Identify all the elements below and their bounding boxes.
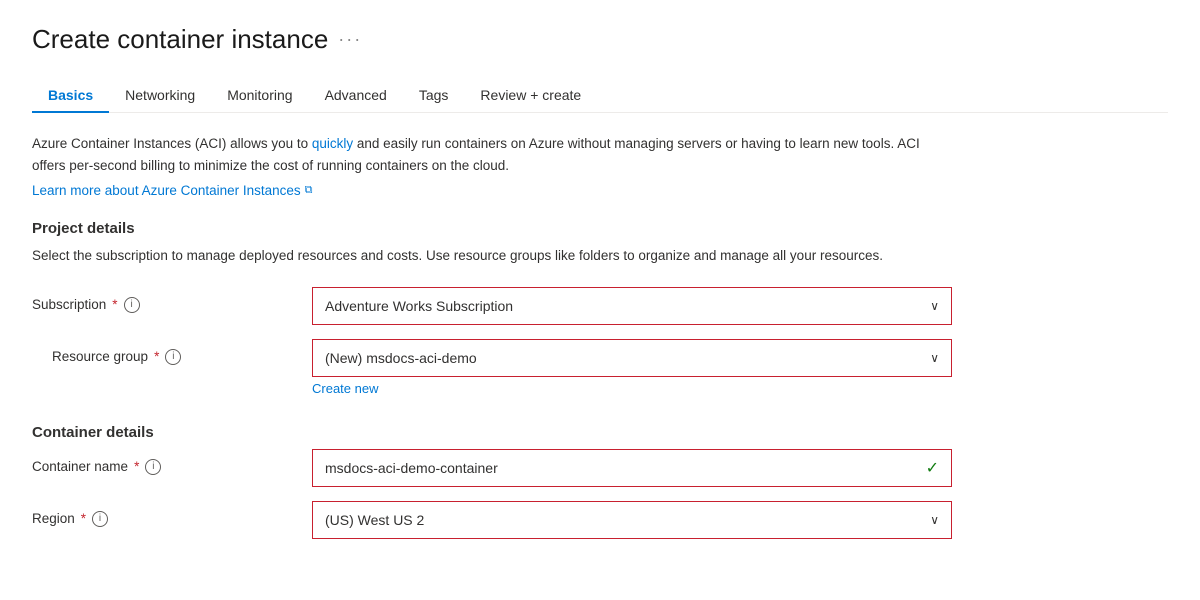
intro-highlight: quickly xyxy=(312,136,353,151)
container-name-required: * xyxy=(134,459,139,474)
subscription-value: Adventure Works Subscription xyxy=(325,298,513,314)
container-name-info-icon[interactable]: i xyxy=(145,459,161,475)
region-row: Region * i (US) West US 2 ∨ xyxy=(32,501,1168,539)
subscription-info-icon[interactable]: i xyxy=(124,297,140,313)
project-details-desc: Select the subscription to manage deploy… xyxy=(32,245,932,267)
subscription-chevron-icon: ∨ xyxy=(930,299,939,313)
page-title-ellipsis: ··· xyxy=(338,29,362,50)
subscription-dropdown[interactable]: Adventure Works Subscription ∨ xyxy=(312,287,952,325)
container-name-label-col: Container name * i xyxy=(32,449,312,475)
resource-group-row: Resource group * i (New) msdocs-aci-demo… xyxy=(32,339,1168,396)
intro-text: Azure Container Instances (ACI) allows y… xyxy=(32,133,932,176)
container-details-title: Container details xyxy=(32,424,1168,441)
container-name-row: Container name * i msdocs-aci-demo-conta… xyxy=(32,449,1168,487)
subscription-label-col: Subscription * i xyxy=(32,287,312,313)
resource-group-chevron-icon: ∨ xyxy=(930,351,939,365)
learn-more-link[interactable]: Learn more about Azure Container Instanc… xyxy=(32,183,313,198)
container-name-input[interactable]: msdocs-aci-demo-container ✓ xyxy=(312,449,952,487)
region-label-col: Region * i xyxy=(32,501,312,527)
project-details-section: Project details Select the subscription … xyxy=(32,220,1168,396)
region-info-icon[interactable]: i xyxy=(92,511,108,527)
container-details-section: Container details Container name * i msd… xyxy=(32,424,1168,539)
subscription-row: Subscription * i Adventure Works Subscri… xyxy=(32,287,1168,325)
subscription-required: * xyxy=(112,297,117,312)
resource-group-value: (New) msdocs-aci-demo xyxy=(325,350,477,366)
subscription-label: Subscription xyxy=(32,297,106,312)
region-chevron-icon: ∨ xyxy=(930,513,939,527)
resource-group-control: (New) msdocs-aci-demo ∨ Create new xyxy=(312,339,952,396)
project-details-title: Project details xyxy=(32,220,1168,237)
container-name-check-icon: ✓ xyxy=(926,458,939,478)
tab-advanced[interactable]: Advanced xyxy=(309,79,403,113)
tab-tags[interactable]: Tags xyxy=(403,79,465,113)
resource-group-label: Resource group xyxy=(52,349,148,364)
region-required: * xyxy=(81,511,86,526)
resource-group-required: * xyxy=(154,349,159,364)
page-title: Create container instance xyxy=(32,24,328,55)
external-link-icon: ⧉ xyxy=(305,184,313,197)
tab-networking[interactable]: Networking xyxy=(109,79,211,113)
container-name-label: Container name xyxy=(32,459,128,474)
tab-basics[interactable]: Basics xyxy=(32,79,109,113)
tab-bar: Basics Networking Monitoring Advanced Ta… xyxy=(32,79,1168,113)
page-title-container: Create container instance ··· xyxy=(32,24,1168,55)
resource-group-label-col: Resource group * i xyxy=(32,339,312,365)
create-new-link[interactable]: Create new xyxy=(312,381,378,396)
region-dropdown[interactable]: (US) West US 2 ∨ xyxy=(312,501,952,539)
region-control: (US) West US 2 ∨ xyxy=(312,501,952,539)
subscription-control: Adventure Works Subscription ∨ xyxy=(312,287,952,325)
resource-group-info-icon[interactable]: i xyxy=(165,349,181,365)
resource-group-dropdown[interactable]: (New) msdocs-aci-demo ∨ xyxy=(312,339,952,377)
region-label: Region xyxy=(32,511,75,526)
tab-review-create[interactable]: Review + create xyxy=(464,79,597,113)
container-name-control: msdocs-aci-demo-container ✓ xyxy=(312,449,952,487)
container-name-value: msdocs-aci-demo-container xyxy=(325,460,498,476)
region-value: (US) West US 2 xyxy=(325,512,424,528)
tab-monitoring[interactable]: Monitoring xyxy=(211,79,308,113)
